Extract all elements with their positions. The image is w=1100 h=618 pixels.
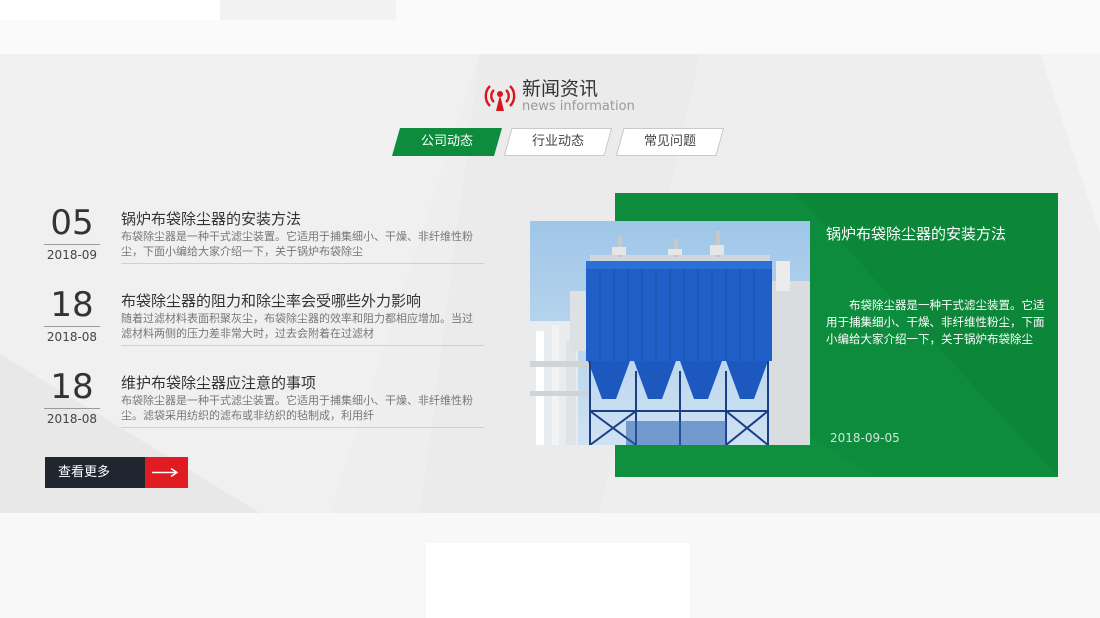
view-more-label: 查看更多 bbox=[58, 465, 111, 480]
featured-title[interactable]: 锅炉布袋除尘器的安装方法 bbox=[826, 223, 1006, 244]
date-divider bbox=[44, 326, 100, 327]
featured-date: 2018-09-05 bbox=[830, 431, 900, 445]
bottom-card bbox=[426, 543, 690, 618]
section-subtitle: news information bbox=[522, 99, 635, 114]
news-day: 18 bbox=[50, 367, 94, 407]
radio-tower-icon bbox=[484, 85, 516, 111]
tab-label: 公司动态 bbox=[420, 134, 473, 149]
tab-label: 常见问题 bbox=[643, 134, 696, 149]
news-section: 新闻资讯 news information 公司动态 行业动态 常见问题 05 … bbox=[0, 54, 1100, 513]
top-strip-block bbox=[220, 0, 396, 20]
view-more-button[interactable]: 查看更多 bbox=[45, 457, 188, 488]
news-year-month: 2018-08 bbox=[46, 412, 98, 426]
date-divider bbox=[44, 408, 100, 409]
news-tabs: 公司动态 行业动态 常见问题 bbox=[390, 128, 730, 158]
news-day: 18 bbox=[50, 285, 94, 325]
top-strip bbox=[0, 0, 1100, 54]
bottom-area bbox=[0, 513, 1100, 618]
news-item[interactable]: 05 2018-09 锅炉布袋除尘器的安装方法 布袋除尘器是一种干式滤尘装置。它… bbox=[44, 204, 484, 284]
featured-news: 锅炉布袋除尘器的安装方法 布袋除尘器是一种干式滤尘装置。它适用于捕集细小、干燥、… bbox=[530, 193, 1058, 477]
news-year-month: 2018-08 bbox=[46, 330, 98, 344]
news-item[interactable]: 18 2018-08 布袋除尘器的阻力和除尘率会受哪些外力影响 随着过滤材料表面… bbox=[44, 286, 484, 366]
arrow-right-icon bbox=[152, 467, 179, 478]
featured-image[interactable] bbox=[530, 221, 810, 445]
baghouse-dust-collector-photo bbox=[530, 221, 810, 445]
news-summary: 布袋除尘器是一种干式滤尘装置。它适用于捕集细小、干燥、非纤维性粉尘，下面小编给大… bbox=[121, 230, 473, 258]
news-divider bbox=[121, 345, 484, 346]
news-divider bbox=[121, 427, 484, 428]
tab-label: 行业动态 bbox=[531, 134, 584, 149]
news-year-month: 2018-09 bbox=[46, 248, 98, 262]
news-title[interactable]: 布袋除尘器的阻力和除尘率会受哪些外力影响 bbox=[121, 290, 481, 311]
tab-company-news[interactable]: 公司动态 bbox=[392, 128, 502, 156]
featured-summary: 布袋除尘器是一种干式滤尘装置。它适用于捕集细小、干燥、非纤维性粉尘，下面小编给大… bbox=[826, 298, 1045, 346]
top-strip-block bbox=[0, 0, 220, 20]
news-title[interactable]: 锅炉布袋除尘器的安装方法 bbox=[121, 208, 481, 229]
section-title: 新闻资讯 bbox=[522, 78, 599, 100]
news-day: 05 bbox=[50, 203, 94, 243]
news-summary: 布袋除尘器是一种干式滤尘装置。它适用于捕集细小、干燥、非纤维性粉尘。滤袋采用纺织… bbox=[121, 394, 473, 422]
news-summary: 随着过滤材料表面积聚灰尘，布袋除尘器的效率和阻力都相应增加。当过滤材料两侧的压力… bbox=[121, 312, 473, 340]
news-item[interactable]: 18 2018-08 维护布袋除尘器应注意的事项 布袋除尘器是一种干式滤尘装置。… bbox=[44, 368, 484, 448]
tab-industry-news[interactable]: 行业动态 bbox=[504, 128, 612, 156]
news-title[interactable]: 维护布袋除尘器应注意的事项 bbox=[121, 372, 481, 393]
date-divider bbox=[44, 244, 100, 245]
news-divider bbox=[121, 263, 484, 264]
tab-faq[interactable]: 常见问题 bbox=[616, 128, 724, 156]
